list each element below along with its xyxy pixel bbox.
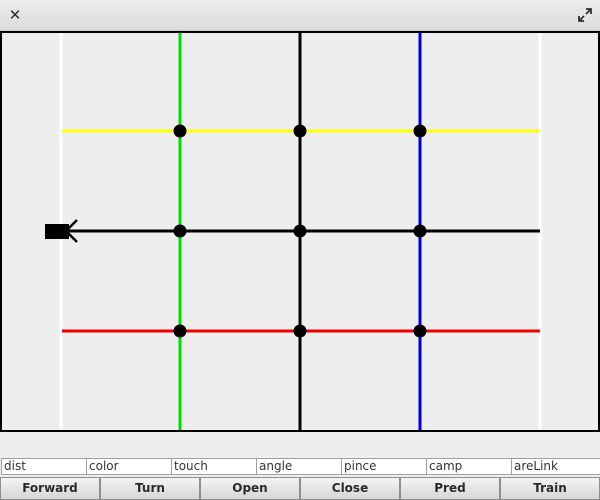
forward-button[interactable]: Forward <box>0 477 100 500</box>
node-r1-c1 <box>173 124 187 138</box>
robot-body <box>45 224 69 239</box>
node-r2-c2 <box>293 224 307 238</box>
pince-field[interactable] <box>341 458 431 475</box>
node-r1-c3 <box>413 124 427 138</box>
dist-field[interactable] <box>1 458 91 475</box>
angle-field[interactable] <box>256 458 346 475</box>
train-button[interactable]: Train <box>500 477 600 500</box>
touch-field[interactable] <box>171 458 261 475</box>
grid-canvas <box>0 31 600 432</box>
turn-button[interactable]: Turn <box>100 477 200 500</box>
close-icon[interactable]: ✕ <box>6 6 24 24</box>
node-r2-c1 <box>173 224 187 238</box>
arelink-field[interactable] <box>511 458 600 475</box>
grid-board <box>0 31 600 433</box>
close-button[interactable]: Close <box>300 477 400 500</box>
node-r2-c3 <box>413 224 427 238</box>
camp-field[interactable] <box>426 458 516 475</box>
node-r1-c2 <box>293 124 307 138</box>
maximize-icon[interactable] <box>576 6 594 24</box>
control-buttons: Forward Turn Open Close Pred Train <box>0 477 600 500</box>
open-button[interactable]: Open <box>200 477 300 500</box>
node-r3-c3 <box>413 324 427 338</box>
node-r3-c1 <box>173 324 187 338</box>
title-bar: ✕ <box>0 0 600 31</box>
color-field[interactable] <box>86 458 176 475</box>
pred-button[interactable]: Pred <box>400 477 500 500</box>
sensor-fields <box>0 458 600 476</box>
node-r3-c2 <box>293 324 307 338</box>
